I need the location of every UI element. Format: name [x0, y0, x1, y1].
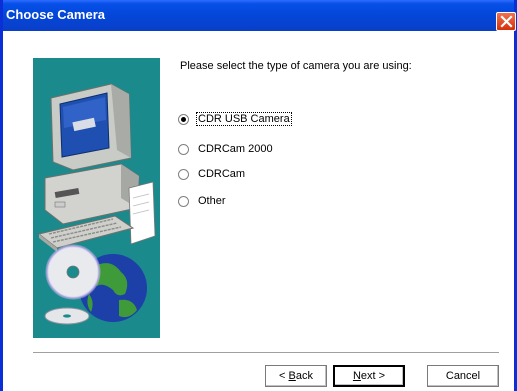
radio-button[interactable]: [178, 195, 189, 207]
camera-option-cdrcam[interactable]: CDRCam: [178, 166, 246, 182]
close-icon: [500, 15, 513, 28]
choose-camera-dialog: Choose Camera Please select the type of …: [0, 0, 517, 391]
close-button[interactable]: [496, 12, 516, 31]
option-label: CDRCam 2000: [198, 143, 273, 155]
computer-illustration: [33, 58, 160, 338]
back-rest: ack: [295, 370, 313, 382]
next-button[interactable]: Next >: [333, 365, 405, 387]
instruction-text: Please select the type of camera you are…: [180, 60, 412, 72]
radio-button[interactable]: [178, 168, 189, 180]
back-mnemonic: B: [288, 370, 296, 382]
camera-option-other[interactable]: Other: [178, 193, 227, 209]
title-bar[interactable]: Choose Camera: [3, 0, 516, 31]
option-label: Other: [198, 195, 226, 207]
camera-option-cdr-usb-camera[interactable]: CDR USB Camera: [178, 111, 292, 127]
cancel-button[interactable]: Cancel: [427, 365, 499, 387]
option-label: CDR USB Camera: [196, 112, 292, 126]
radio-button-selected[interactable]: [178, 113, 189, 125]
next-rest: ext: [360, 370, 376, 382]
option-label: CDRCam: [198, 168, 246, 180]
back-button[interactable]: < Back: [265, 365, 327, 387]
camera-option-cdrcam-2000[interactable]: CDRCam 2000: [178, 141, 274, 157]
next-suffix: >: [375, 370, 386, 382]
next-mnemonic: N: [352, 370, 361, 382]
radio-button[interactable]: [178, 143, 189, 155]
computer-with-cds-and-globe-illustration: [37, 83, 156, 325]
window-title: Choose Camera: [6, 7, 105, 22]
back-prefix: <: [279, 370, 289, 382]
separator: [33, 352, 499, 354]
